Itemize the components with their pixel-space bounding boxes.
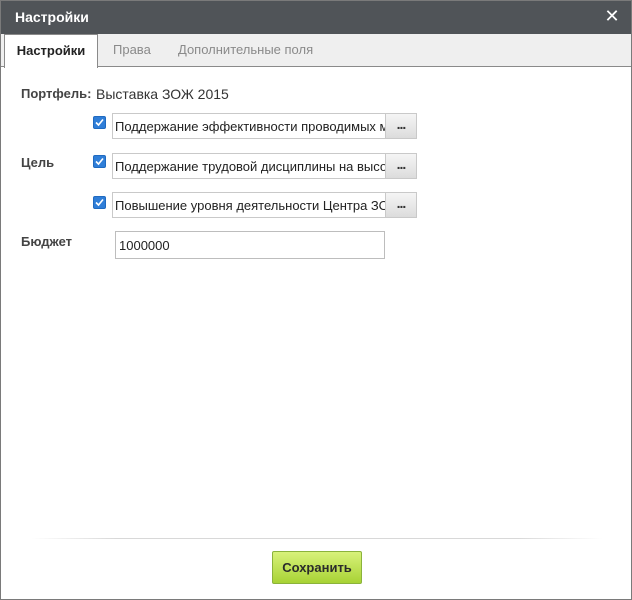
- budget-input[interactable]: [115, 231, 385, 259]
- browse-button[interactable]: ...: [385, 154, 416, 178]
- footer-divider: [31, 538, 603, 539]
- settings-dialog: Настройки ✕ Настройки Права Дополнительн…: [0, 0, 632, 600]
- tab-bar: Настройки Права Дополнительные поля: [1, 34, 631, 68]
- goal-label: Цель: [21, 155, 55, 170]
- dialog-title: Настройки: [15, 9, 89, 25]
- tab-additional-fields[interactable]: Дополнительные поля: [178, 34, 313, 67]
- budget-label: Бюджет: [21, 234, 72, 249]
- portfolio-label: Портфель:: [21, 86, 92, 101]
- tab-permissions[interactable]: Права: [113, 34, 151, 67]
- goal-field-2[interactable]: Поддержание трудовой дисциплины на высок…: [112, 153, 417, 179]
- dialog-titlebar: Настройки ✕: [1, 1, 631, 34]
- goal-field-3[interactable]: Повышение уровня деятельности Центра ЗОЖ…: [112, 192, 417, 218]
- goal-checkbox-1[interactable]: [93, 116, 106, 129]
- goal-checkbox-2[interactable]: [93, 155, 106, 168]
- browse-button[interactable]: ...: [385, 114, 416, 138]
- checkmark-icon: [95, 118, 104, 127]
- goal-field-1[interactable]: Поддержание эффективности проводимых мер…: [112, 113, 417, 139]
- close-icon[interactable]: ✕: [603, 6, 621, 26]
- save-button[interactable]: Сохранить: [272, 551, 362, 584]
- checkmark-icon: [95, 198, 104, 207]
- goal-checkbox-3[interactable]: [93, 196, 106, 209]
- goal-field-text: Поддержание трудовой дисциплины на высок…: [115, 159, 387, 174]
- goal-field-text: Поддержание эффективности проводимых мер…: [115, 119, 387, 134]
- portfolio-value: Выставка ЗОЖ 2015: [96, 86, 229, 102]
- tab-settings[interactable]: Настройки: [4, 34, 98, 68]
- checkmark-icon: [95, 157, 104, 166]
- goal-field-text: Повышение уровня деятельности Центра ЗОЖ: [115, 198, 387, 213]
- browse-button[interactable]: ...: [385, 193, 416, 217]
